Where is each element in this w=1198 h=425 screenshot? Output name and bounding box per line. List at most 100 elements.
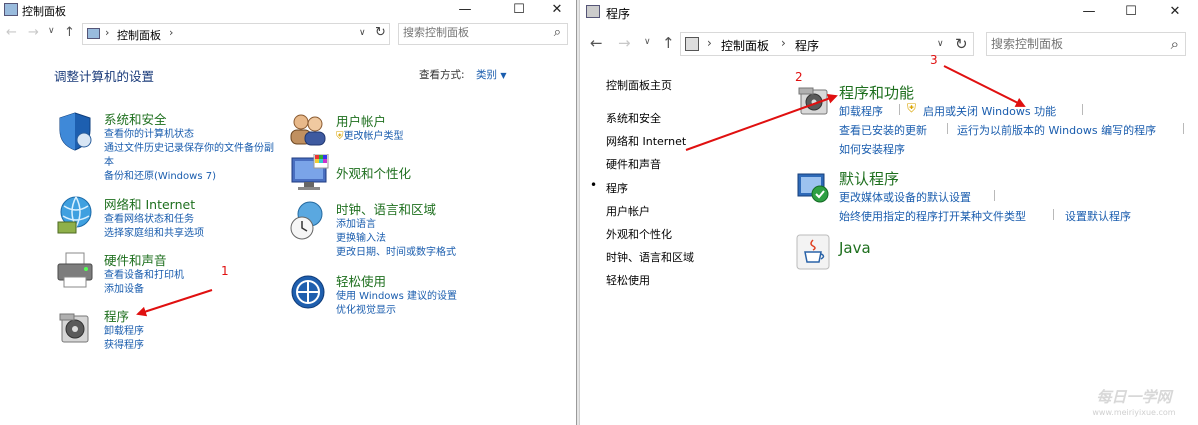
recent-chevron-icon[interactable]: ∨: [48, 26, 55, 36]
control-panel-small-icon: [87, 28, 100, 39]
refresh-icon[interactable]: ↻: [955, 35, 968, 53]
annotation-number-3: 3: [930, 53, 938, 67]
search-icon[interactable]: ⌕: [554, 25, 561, 40]
search-box[interactable]: ⌕: [986, 32, 1186, 56]
link-uninstall-program[interactable]: 卸载程序: [839, 103, 883, 119]
printer-icon: [57, 252, 93, 288]
link-separator: [947, 123, 948, 134]
uac-shield-icon: ⛨: [907, 101, 917, 115]
link-separator: [1053, 209, 1054, 220]
category-link[interactable]: 查看你的计算机状态: [104, 128, 274, 142]
link-how-to-install[interactable]: 如何安装程序: [839, 141, 905, 157]
nav-system-security[interactable]: 系统和安全: [606, 110, 661, 126]
category-link[interactable]: 优化视觉显示: [336, 304, 457, 318]
breadcrumb-control-panel[interactable]: 控制面板: [721, 37, 769, 54]
link-installed-updates[interactable]: 查看已安装的更新: [839, 122, 927, 138]
category-link[interactable]: 备份和还原(Windows 7): [104, 170, 274, 184]
window-title: 控制面板: [22, 5, 66, 18]
category-link[interactable]: 获得程序: [104, 339, 144, 353]
category-link[interactable]: 本: [104, 156, 274, 170]
forward-arrow-icon[interactable]: →: [618, 34, 631, 52]
link-change-media-defaults[interactable]: 更改媒体或设备的默认设置: [839, 189, 971, 205]
breadcrumb-control-panel[interactable]: 控制面板: [117, 27, 161, 43]
address-bar[interactable]: › 控制面板 › ∨ ↻: [82, 23, 390, 45]
category-link[interactable]: 添加语言: [336, 218, 456, 232]
navigation-bar: ← → ∨ ↑ › 控制面板 › 程序 ∨ ↻ ⌕: [580, 30, 1198, 58]
back-arrow-icon[interactable]: ←: [6, 25, 17, 40]
nav-programs-current[interactable]: 程序: [606, 180, 628, 196]
category-title[interactable]: 网络和 Internet: [104, 194, 204, 213]
category-title[interactable]: 轻松使用: [336, 271, 457, 290]
clock-globe-icon: [290, 201, 323, 240]
search-icon[interactable]: ⌕: [1171, 35, 1179, 53]
maximize-button[interactable]: ☐: [1108, 2, 1154, 24]
category-title[interactable]: 外观和个性化: [336, 163, 411, 182]
category-link[interactable]: 添加设备: [104, 283, 184, 297]
programs-disc-icon: [59, 313, 89, 343]
link-set-default-programs[interactable]: 设置默认程序: [1065, 208, 1131, 224]
title-bar: 程序 — ☐ ✕: [580, 0, 1198, 26]
category-link[interactable]: ⛨更改帐户类型: [336, 130, 404, 144]
search-input[interactable]: [991, 37, 1141, 51]
close-button[interactable]: ✕: [534, 0, 576, 22]
programs-small-icon: [685, 37, 699, 51]
minimize-button[interactable]: —: [442, 0, 488, 22]
category-title[interactable]: 硬件和声音: [104, 250, 184, 269]
search-input[interactable]: [403, 26, 523, 39]
category-title[interactable]: 时钟、语言和区域: [336, 199, 456, 218]
category-link[interactable]: 卸载程序: [104, 325, 144, 339]
breadcrumb-programs[interactable]: 程序: [795, 37, 819, 54]
control-panel-icon: [4, 3, 18, 16]
shield-icon: [59, 112, 92, 151]
minimize-button[interactable]: —: [1066, 2, 1112, 24]
category-title[interactable]: 系统和安全: [104, 109, 274, 128]
category-link[interactable]: 使用 Windows 建议的设置: [336, 290, 457, 304]
window-title: 程序: [606, 7, 631, 21]
category-system-security: 系统和安全 查看你的计算机状态 通过文件历史记录保存你的文件备份副 本 备份和还…: [104, 109, 274, 184]
up-arrow-icon[interactable]: ↑: [662, 34, 675, 52]
nav-appearance[interactable]: 外观和个性化: [606, 226, 672, 242]
page-heading: 调整计算机的设置: [54, 69, 155, 84]
category-link[interactable]: 选择家庭组和共享选项: [104, 227, 204, 241]
watermark-title: 每日一学网: [1096, 388, 1174, 406]
link-compatibility[interactable]: 运行为以前版本的 Windows 编写的程序: [957, 122, 1156, 138]
address-dropdown-icon[interactable]: ∨: [937, 39, 944, 49]
nav-user-accounts[interactable]: 用户帐户: [606, 203, 650, 219]
nav-control-panel-home[interactable]: 控制面板主页: [606, 77, 672, 93]
up-arrow-icon[interactable]: ↑: [64, 25, 75, 40]
refresh-icon[interactable]: ↻: [375, 25, 386, 40]
category-title[interactable]: 程序: [104, 306, 144, 325]
nav-network-internet[interactable]: 网络和 Internet: [606, 133, 686, 149]
forward-arrow-icon[interactable]: →: [28, 25, 39, 40]
category-title[interactable]: 用户帐户: [336, 111, 404, 130]
nav-ease-of-access[interactable]: 轻松使用: [606, 272, 650, 288]
link-windows-features[interactable]: 启用或关闭 Windows 功能: [923, 103, 1056, 119]
category-programs: 程序 卸载程序 获得程序: [104, 306, 144, 353]
breadcrumb-chevron-icon: ›: [781, 36, 786, 50]
link-file-type-association[interactable]: 始终使用指定的程序打开某种文件类型: [839, 208, 1026, 224]
link-separator: [994, 190, 995, 201]
section-title-programs-features[interactable]: 程序和功能: [839, 82, 914, 103]
nav-clock-language-region[interactable]: 时钟、语言和区域: [606, 249, 694, 265]
category-link[interactable]: 更改日期、时间或数字格式: [336, 246, 456, 260]
section-title-java[interactable]: Java: [839, 239, 871, 257]
search-box[interactable]: ⌕: [398, 23, 568, 45]
category-link[interactable]: 查看设备和打印机: [104, 269, 184, 283]
recent-chevron-icon[interactable]: ∨: [644, 37, 651, 47]
back-arrow-icon[interactable]: ←: [590, 34, 603, 52]
category-link[interactable]: 通过文件历史记录保存你的文件备份副: [104, 142, 274, 156]
section-title-default-programs[interactable]: 默认程序: [839, 168, 899, 189]
category-link[interactable]: 查看网络状态和任务: [104, 213, 204, 227]
address-dropdown-icon[interactable]: ∨: [359, 28, 366, 38]
watermark-url: www.meiriyixue.com: [1092, 408, 1175, 417]
category-clock-language-region: 时钟、语言和区域 添加语言 更换输入法 更改日期、时间或数字格式: [336, 199, 456, 260]
category-network-internet: 网络和 Internet 查看网络状态和任务 选择家庭组和共享选项: [104, 194, 204, 241]
category-link-text: 更改帐户类型: [343, 131, 404, 142]
view-by-dropdown[interactable]: 类别 ▼: [476, 67, 507, 82]
close-button[interactable]: ✕: [1152, 2, 1198, 24]
nav-hardware-sound[interactable]: 硬件和声音: [606, 156, 661, 172]
current-nav-bullet: •: [590, 178, 598, 192]
breadcrumb-chevron-icon: ›: [105, 26, 110, 39]
category-link[interactable]: 更换输入法: [336, 232, 456, 246]
category-ease-of-access: 轻松使用 使用 Windows 建议的设置 优化视觉显示: [336, 271, 457, 318]
